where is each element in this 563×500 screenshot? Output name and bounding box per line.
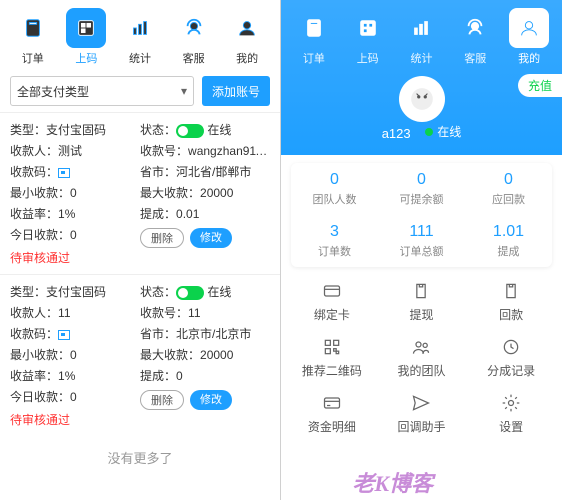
menu-grid: 绑定卡 提现 回款 推荐二维码 我的团队 分成记录 资金明细 回调助手 设置 xyxy=(281,267,562,435)
tab-upload-code[interactable]: 上码 xyxy=(344,8,392,66)
modify-button[interactable]: 修改 xyxy=(190,390,232,410)
status-toggle[interactable] xyxy=(176,124,204,138)
stat-balance[interactable]: 0可提余额 xyxy=(378,163,465,215)
delete-button[interactable]: 删除 xyxy=(140,390,184,410)
status-toggle[interactable] xyxy=(176,286,204,300)
right-panel: 订单 上码 统计 客服 我的 充值 a123 在线 0团队人数 0可提余额 0应… xyxy=(281,0,562,500)
menu-withdraw[interactable]: 提现 xyxy=(377,281,467,323)
right-tabbar: 订单 上码 统计 客服 我的 xyxy=(281,0,562,70)
tab-stats[interactable]: 统计 xyxy=(397,8,445,66)
menu-invite-qr[interactable]: 推荐二维码 xyxy=(287,337,377,379)
qr-icon xyxy=(58,168,70,178)
stat-order-total[interactable]: 111订单总额 xyxy=(378,215,465,267)
menu-repay[interactable]: 回款 xyxy=(466,281,556,323)
tab-orders[interactable]: 订单 xyxy=(9,8,57,66)
pending-status: 待审核通过 xyxy=(10,411,140,428)
modify-button[interactable]: 修改 xyxy=(190,228,232,248)
left-panel: 订单 上码 统计 客服 我的 全部支付类型 添加账号 类型支付宝固码 收款人测试… xyxy=(0,0,281,500)
stats-grid: 0团队人数 0可提余额 0应回款 3订单数 111订单总额 1.01提成 xyxy=(291,163,552,267)
menu-share-records[interactable]: 分成记录 xyxy=(466,337,556,379)
pending-status: 待审核通过 xyxy=(10,249,140,266)
menu-my-team[interactable]: 我的团队 xyxy=(377,337,467,379)
tab-mine[interactable]: 我的 xyxy=(223,8,271,66)
no-more-text: 没有更多了 xyxy=(0,436,280,479)
tab-mine[interactable]: 我的 xyxy=(505,8,553,66)
stat-order-count[interactable]: 3订单数 xyxy=(291,215,378,267)
payment-type-select[interactable]: 全部支付类型 xyxy=(10,76,194,106)
tab-support[interactable]: 客服 xyxy=(170,8,218,66)
qr-icon xyxy=(58,330,70,340)
stat-commission[interactable]: 1.01提成 xyxy=(465,215,552,267)
left-tabbar: 订单 上码 统计 客服 我的 xyxy=(0,0,280,70)
menu-fund-details[interactable]: 资金明细 xyxy=(287,393,377,435)
username: a123 xyxy=(382,126,411,141)
tab-stats[interactable]: 统计 xyxy=(116,8,164,66)
tab-support[interactable]: 客服 xyxy=(451,8,499,66)
account-card: 类型支付宝固码 收款人11 收款码 最小收款0 收益率1% 今日收款0 待审核通… xyxy=(0,274,280,436)
online-indicator-icon xyxy=(425,128,433,136)
menu-settings[interactable]: 设置 xyxy=(466,393,556,435)
add-account-button[interactable]: 添加账号 xyxy=(202,76,270,106)
avatar xyxy=(399,76,445,122)
delete-button[interactable]: 删除 xyxy=(140,228,184,248)
recharge-button[interactable]: 充值 xyxy=(518,74,562,97)
account-card: 类型支付宝固码 收款人测试 收款码 最小收款0 收益率1% 今日收款0 待审核通… xyxy=(0,112,280,274)
user-status: 在线 xyxy=(437,123,461,140)
menu-callback-helper[interactable]: 回调助手 xyxy=(377,393,467,435)
stat-team-count[interactable]: 0团队人数 xyxy=(291,163,378,215)
tab-upload-code[interactable]: 上码 xyxy=(62,8,110,66)
stat-receivable[interactable]: 0应回款 xyxy=(465,163,552,215)
menu-bind-card[interactable]: 绑定卡 xyxy=(287,281,377,323)
tab-orders[interactable]: 订单 xyxy=(290,8,338,66)
